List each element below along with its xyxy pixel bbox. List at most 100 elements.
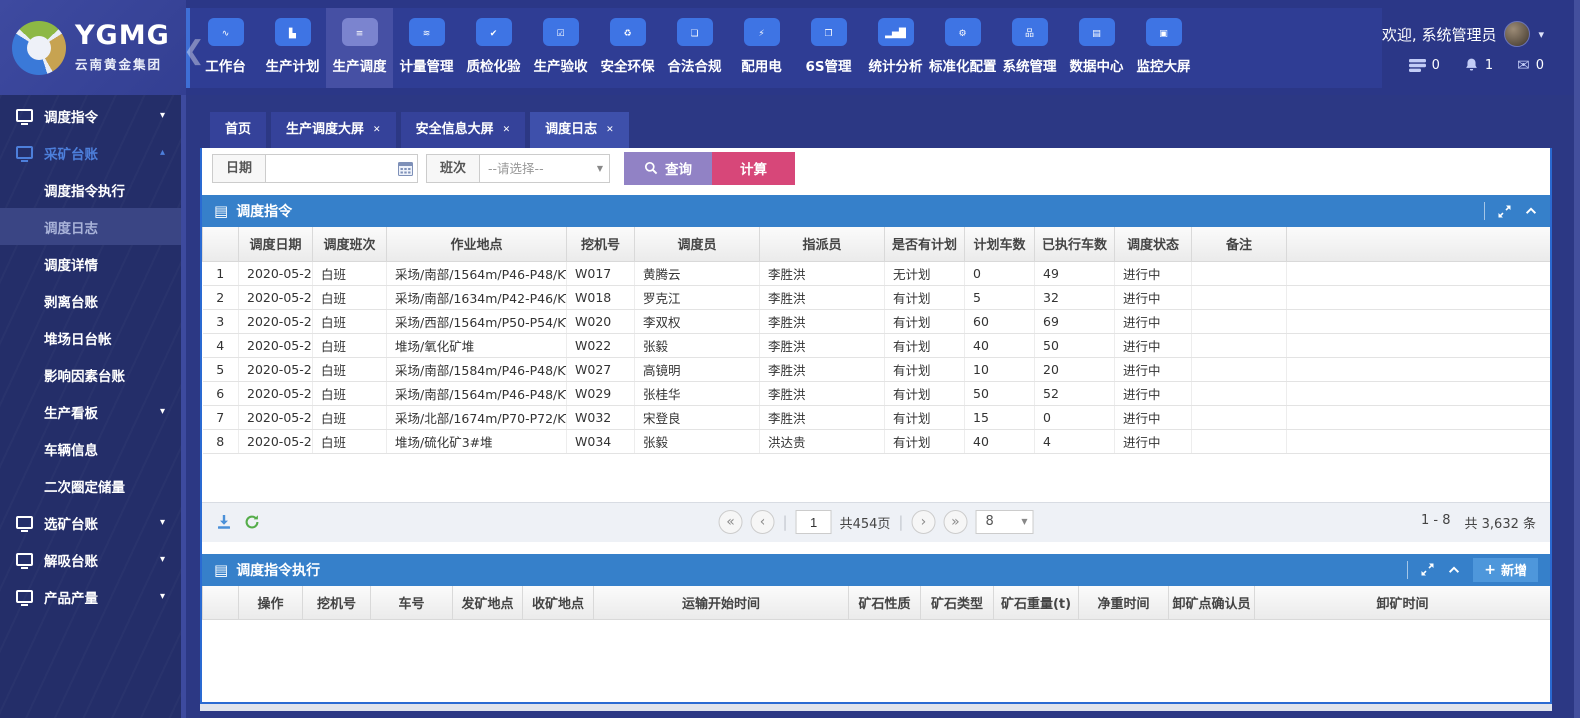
- notifications-badge[interactable]: 1: [1464, 57, 1493, 73]
- column-header: 是否有计划: [885, 227, 965, 261]
- messages-badge[interactable]: ✉ 0: [1517, 56, 1544, 74]
- sidebar-item[interactable]: 影响因素台账: [0, 356, 181, 393]
- page-number-input[interactable]: [796, 510, 832, 534]
- sidebar-item-label: 解吸台账: [44, 550, 98, 570]
- column-header: 卸矿时间: [1255, 586, 1551, 620]
- sidebar-item-label: 车辆信息: [44, 439, 98, 459]
- tab-close-icon[interactable]: ✕: [373, 126, 381, 135]
- add-record-button[interactable]: + 新增: [1473, 558, 1538, 582]
- page-tab[interactable]: 安全信息大屏 ✕: [401, 112, 526, 148]
- cell-planned-trucks: 10: [965, 357, 1035, 381]
- cell-planned-trucks: 60: [965, 309, 1035, 333]
- collapse-panel-icon[interactable]: [1447, 563, 1461, 577]
- page-tab[interactable]: 生产调度大屏 ✕: [271, 112, 396, 148]
- page-tab[interactable]: 调度日志 ✕: [530, 112, 629, 148]
- calculate-button[interactable]: 计算: [712, 152, 795, 185]
- tab-close-icon[interactable]: ✕: [606, 126, 614, 135]
- prev-page-button[interactable]: ‹: [751, 510, 775, 534]
- page-size-select[interactable]: 8 ▼: [975, 510, 1033, 534]
- table-row[interactable]: 6 2020-05-20 白班 采场/南部/1564m/P46-P48/KT52…: [203, 381, 1551, 405]
- sidebar-item[interactable]: 调度指令执行: [0, 171, 181, 208]
- refresh-icon[interactable]: [244, 514, 260, 530]
- cell-executed-trucks: 4: [1035, 429, 1115, 453]
- sidebar-item[interactable]: 调度指令 ▾: [0, 97, 181, 134]
- cell-dispatcher: 黄腾云: [635, 261, 760, 285]
- shift-select[interactable]: --请选择-- ▼: [480, 154, 610, 183]
- table-row[interactable]: 7 2020-05-20 白班 采场/北部/1674m/P70-P72/KT52…: [203, 405, 1551, 429]
- nav-item[interactable]: 品 系统管理: [996, 8, 1063, 88]
- sidebar-item[interactable]: 剥离台账: [0, 282, 181, 319]
- tab-close-icon[interactable]: ✕: [503, 126, 511, 135]
- query-button[interactable]: 查询: [624, 152, 712, 185]
- cell-remark: [1192, 285, 1287, 309]
- todo-badge[interactable]: 0: [1409, 58, 1440, 73]
- sidebar-item[interactable]: 采矿台账 ▴: [0, 134, 181, 171]
- table-row[interactable]: 5 2020-05-20 白班 采场/南部/1584m/P46-P48/KT52…: [203, 357, 1551, 381]
- sidebar-item[interactable]: 产品产量 ▾: [0, 578, 181, 615]
- nav-item[interactable]: ▤ 数据中心: [1063, 8, 1130, 88]
- table-row[interactable]: 4 2020-05-20 白班 堆场/氧化矿堆 W022 张毅 李胜洪 有计划 …: [203, 333, 1551, 357]
- cell-remark: [1192, 261, 1287, 285]
- nav-item[interactable]: ❏ 合法合规: [661, 8, 728, 88]
- total-pages-label: 共454页: [840, 513, 891, 532]
- sidebar-item[interactable]: 调度日志: [0, 208, 181, 245]
- user-avatar[interactable]: [1504, 21, 1530, 47]
- expand-panel-icon[interactable]: [1497, 204, 1512, 219]
- nav-item[interactable]: ▙ 生产计划: [259, 8, 326, 88]
- cell-work-location: 采场/南部/1634m/P42-P46/KT44: [387, 285, 567, 309]
- nav-item[interactable]: ♻ 安全环保: [594, 8, 661, 88]
- nav-item[interactable]: ✔ 质检化验: [460, 8, 527, 88]
- table-row[interactable]: 1 2020-05-20 白班 采场/南部/1564m/P46-P48/KT52…: [203, 261, 1551, 285]
- next-page-button[interactable]: ›: [911, 510, 935, 534]
- nav-item-label: 质检化验: [460, 55, 527, 75]
- date-input[interactable]: [266, 154, 418, 183]
- sidebar-item[interactable]: 调度详情: [0, 245, 181, 282]
- sidebar-item[interactable]: 二次圈定储量: [0, 467, 181, 504]
- collapse-panel-icon[interactable]: [1524, 204, 1538, 218]
- table-row[interactable]: 3 2020-05-20 白班 采场/西部/1564m/P50-P54/KT52…: [203, 309, 1551, 333]
- export-download-icon[interactable]: [216, 514, 232, 530]
- column-header: 调度日期: [239, 227, 313, 261]
- cell-status: 进行中: [1115, 261, 1192, 285]
- expand-panel-icon[interactable]: [1420, 562, 1435, 577]
- horizontal-scrollbar[interactable]: [200, 704, 1552, 711]
- dispatch-execution-panel-header: ▤ 调度指令执行 + 新增: [202, 554, 1550, 586]
- nav-item[interactable]: ▂▅█ 统计分析: [862, 8, 929, 88]
- vertical-scrollbar[interactable]: [1574, 0, 1580, 718]
- shift-label: 班次: [426, 154, 480, 183]
- cell-assigner: 李胜洪: [760, 405, 885, 429]
- user-area: 欢迎, 系统管理员 ▾ 0 1 ✉ 0: [1382, 0, 1580, 95]
- first-page-button[interactable]: «: [719, 510, 743, 534]
- cell-has-plan: 有计划: [885, 381, 965, 405]
- sidebar-item[interactable]: 堆场日台帐: [0, 319, 181, 356]
- nav-item[interactable]: ≋ 计量管理: [393, 8, 460, 88]
- user-menu-caret-icon[interactable]: ▾: [1538, 28, 1544, 41]
- monitor-icon: [16, 553, 33, 566]
- table-row[interactable]: 8 2020-05-20 白班 堆场/硫化矿3#堆 W034 张毅 洪达贵 有计…: [203, 429, 1551, 453]
- cell-dispatcher: 宋登良: [635, 405, 760, 429]
- nav-item[interactable]: ⚡ 配用电: [728, 8, 795, 88]
- sidebar-item[interactable]: 生产看板 ▾: [0, 393, 181, 430]
- nav-item-label: 数据中心: [1063, 55, 1130, 75]
- nav-item[interactable]: ❐ 6S管理: [795, 8, 862, 88]
- last-page-button[interactable]: »: [943, 510, 967, 534]
- column-header: [203, 586, 239, 620]
- dispatch-orders-table: 调度日期调度班次作业地点挖机号调度员指派员是否有计划计划车数已执行车数调度状态备…: [202, 227, 1550, 454]
- nav-item-icon: ❏: [677, 18, 713, 46]
- cell-excavator-no: W029: [567, 381, 635, 405]
- nav-item[interactable]: ☑ 生产验收: [527, 8, 594, 88]
- cell-status: 进行中: [1115, 405, 1192, 429]
- cell-executed-trucks: 69: [1035, 309, 1115, 333]
- nav-item[interactable]: ≡ 生产调度: [326, 8, 393, 88]
- cell-work-location: 采场/北部/1674m/P70-P72/KT52-2: [387, 405, 567, 429]
- nav-item[interactable]: ⚙ 标准化配置: [929, 8, 996, 88]
- nav-item[interactable]: ▣ 监控大屏: [1130, 8, 1197, 88]
- calendar-icon[interactable]: [398, 161, 413, 180]
- cell-executed-trucks: 49: [1035, 261, 1115, 285]
- sidebar-item[interactable]: 选矿台账 ▾: [0, 504, 181, 541]
- sidebar-item[interactable]: 解吸台账 ▾: [0, 541, 181, 578]
- table-row[interactable]: 2 2020-05-20 白班 采场/南部/1634m/P42-P46/KT44…: [203, 285, 1551, 309]
- page-tab[interactable]: 首页: [210, 112, 266, 148]
- sidebar-collapse-icon[interactable]: ❮: [183, 36, 205, 66]
- sidebar-item[interactable]: 车辆信息: [0, 430, 181, 467]
